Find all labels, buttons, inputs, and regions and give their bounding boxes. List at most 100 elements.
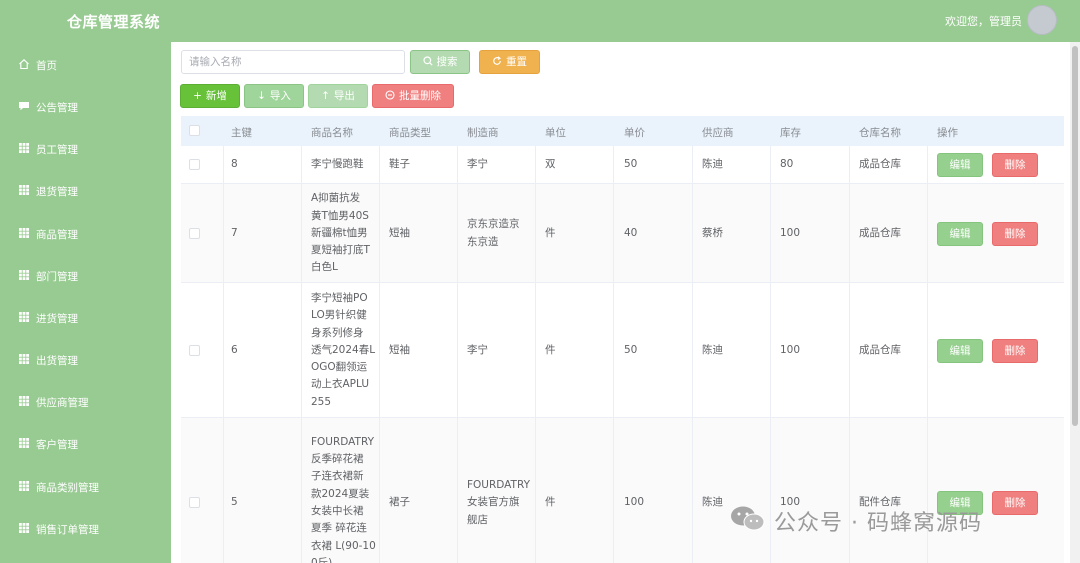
sidebar-item-label: 供应商管理 — [36, 397, 89, 409]
row-checkbox[interactable] — [189, 159, 200, 170]
sidebar-menu: 首页公告管理员工管理退货管理商品管理部门管理进货管理出货管理供应商管理客户管理商… — [0, 42, 171, 563]
scrollbar[interactable] — [1070, 42, 1080, 563]
scrollbar-thumb[interactable] — [1072, 46, 1078, 426]
sidebar-item-label: 退货管理 — [36, 186, 78, 198]
column-divider — [379, 283, 380, 418]
table-cell: 陈迪 — [702, 496, 723, 509]
grid-icon — [19, 185, 29, 195]
column-divider — [301, 184, 302, 283]
sidebar-item[interactable]: 首页 — [0, 50, 171, 80]
table-cell-line: OGO翻领运 — [311, 361, 368, 374]
column-divider — [379, 146, 380, 184]
column-header: 供应商 — [702, 127, 734, 139]
row-checkbox[interactable] — [189, 344, 200, 356]
sidebar-item[interactable]: 商品类别管理 — [0, 472, 171, 502]
sidebar-item-label: 销售订单管理 — [36, 524, 99, 536]
table-cell: 100 — [624, 496, 645, 509]
table-cell-line: 女装中长裙 — [311, 505, 364, 517]
row-checkbox[interactable] — [189, 497, 200, 508]
reset-button[interactable]: 重置 — [479, 50, 540, 74]
add-button[interactable]: + 新增 — [180, 84, 240, 108]
avatar[interactable] — [1027, 5, 1057, 35]
grid-icon — [19, 270, 29, 280]
edit-button[interactable]: 编辑 — [937, 153, 983, 177]
table-cell-line: 李宁 — [467, 343, 488, 356]
sidebar-item[interactable]: 进货管理 — [0, 303, 171, 333]
column-header: 商品名称 — [311, 127, 353, 139]
table-cell: 8 — [231, 158, 238, 171]
column-divider — [849, 184, 850, 283]
column-divider — [379, 418, 380, 563]
delete-button[interactable]: 删除 — [992, 491, 1038, 515]
grid-icon — [19, 396, 29, 406]
table-cell: 短袖 — [389, 343, 410, 356]
column-divider — [223, 146, 224, 184]
column-divider — [692, 418, 693, 563]
column-header: 库存 — [780, 127, 801, 139]
column-header: 商品类型 — [389, 127, 431, 139]
column-divider — [613, 146, 614, 184]
sidebar-item[interactable]: 客户管理 — [0, 429, 171, 459]
column-divider — [535, 184, 536, 283]
batch-delete-button[interactable]: 批量删除 — [372, 84, 454, 108]
column-divider — [692, 146, 693, 184]
delete-button[interactable]: 删除 — [992, 153, 1038, 177]
table-cell: 鞋子 — [389, 158, 410, 171]
table-cell: 蔡桥 — [702, 226, 723, 239]
edit-button[interactable]: 编辑 — [937, 221, 983, 246]
column-divider — [613, 418, 614, 563]
select-all-checkbox[interactable] — [189, 125, 200, 136]
sidebar-item-label: 商品类别管理 — [36, 482, 99, 494]
table-cell: 100 — [780, 343, 801, 356]
column-divider — [535, 146, 536, 184]
sidebar-item-label: 首页 — [36, 60, 57, 72]
column-divider — [223, 418, 224, 563]
edit-button[interactable]: 编辑 — [937, 338, 983, 363]
table-cell: 6 — [231, 343, 238, 356]
sidebar-item[interactable]: 员工管理 — [0, 134, 171, 164]
table-cell-line: 透气2024春L — [311, 343, 376, 356]
column-header: 仓库名称 — [859, 127, 901, 139]
sidebar-item[interactable]: 部门管理 — [0, 261, 171, 291]
column-divider — [301, 283, 302, 418]
grid-icon — [19, 312, 29, 322]
row-checkbox[interactable] — [189, 227, 200, 239]
search-button[interactable]: 搜索 — [410, 50, 470, 74]
table-cell: 陈迪 — [702, 343, 723, 356]
sidebar-item[interactable]: 出货管理 — [0, 345, 171, 375]
delete-button[interactable]: 删除 — [992, 221, 1038, 246]
sidebar-item-label: 出货管理 — [36, 355, 78, 367]
table-cell-line: 李宁短袖PO — [311, 291, 368, 304]
table-row: 6 李宁短袖PO LO男针织健 身系列修身 透气2024春L OGO翻领运 动上衣APLU 2… — [181, 283, 1064, 418]
wechat-logo-icon — [731, 506, 765, 531]
grid-icon — [19, 523, 29, 533]
top-header: 仓库管理系统 欢迎您，管理员 — [0, 0, 1080, 42]
table-cell-line: 夏季 碎花连 — [311, 522, 367, 535]
table-cell-line: 动上衣APLU — [311, 378, 370, 391]
export-button[interactable]: ↑ 导出 — [308, 84, 368, 108]
column-divider — [223, 283, 224, 418]
sidebar-item[interactable]: 退货管理 — [0, 176, 171, 206]
batch-delete-button-label: 批量删除 — [399, 90, 441, 102]
sidebar-item-label: 部门管理 — [36, 271, 78, 283]
import-button[interactable]: ↓ 导入 — [244, 84, 304, 108]
table-row: 8 李宁慢跑鞋 鞋子 李宁 双 50 陈迪 80 成品仓库 编辑 删除 — [181, 146, 1064, 184]
watermark-text: 公众号 · 码蜂窝源码 — [774, 511, 982, 536]
sidebar-item[interactable]: 供应商管理 — [0, 387, 171, 417]
arrow-up-icon: ↑ — [321, 90, 330, 102]
table-cell-line: FOURDATRY — [311, 435, 375, 448]
sidebar-item[interactable]: 公告管理 — [0, 92, 171, 122]
table-cell-line: 李宁 — [467, 158, 488, 171]
table-cell-line: 子连衣裙新 — [311, 470, 364, 483]
table-cell-line: 白色L — [311, 261, 338, 274]
sidebar-item[interactable]: 销售订单管理 — [0, 514, 171, 544]
sidebar-item[interactable]: 商品管理 — [0, 219, 171, 249]
search-input[interactable] — [181, 50, 405, 74]
column-divider — [301, 418, 302, 563]
delete-button[interactable]: 删除 — [992, 338, 1038, 363]
table-cell-line: 反季碎花裙 — [311, 453, 364, 466]
reset-button-label: 重置 — [506, 56, 527, 68]
table-cell-line: 舰店 — [467, 513, 488, 526]
column-divider — [613, 283, 614, 418]
table-cell-line: 0斤) — [311, 556, 333, 563]
